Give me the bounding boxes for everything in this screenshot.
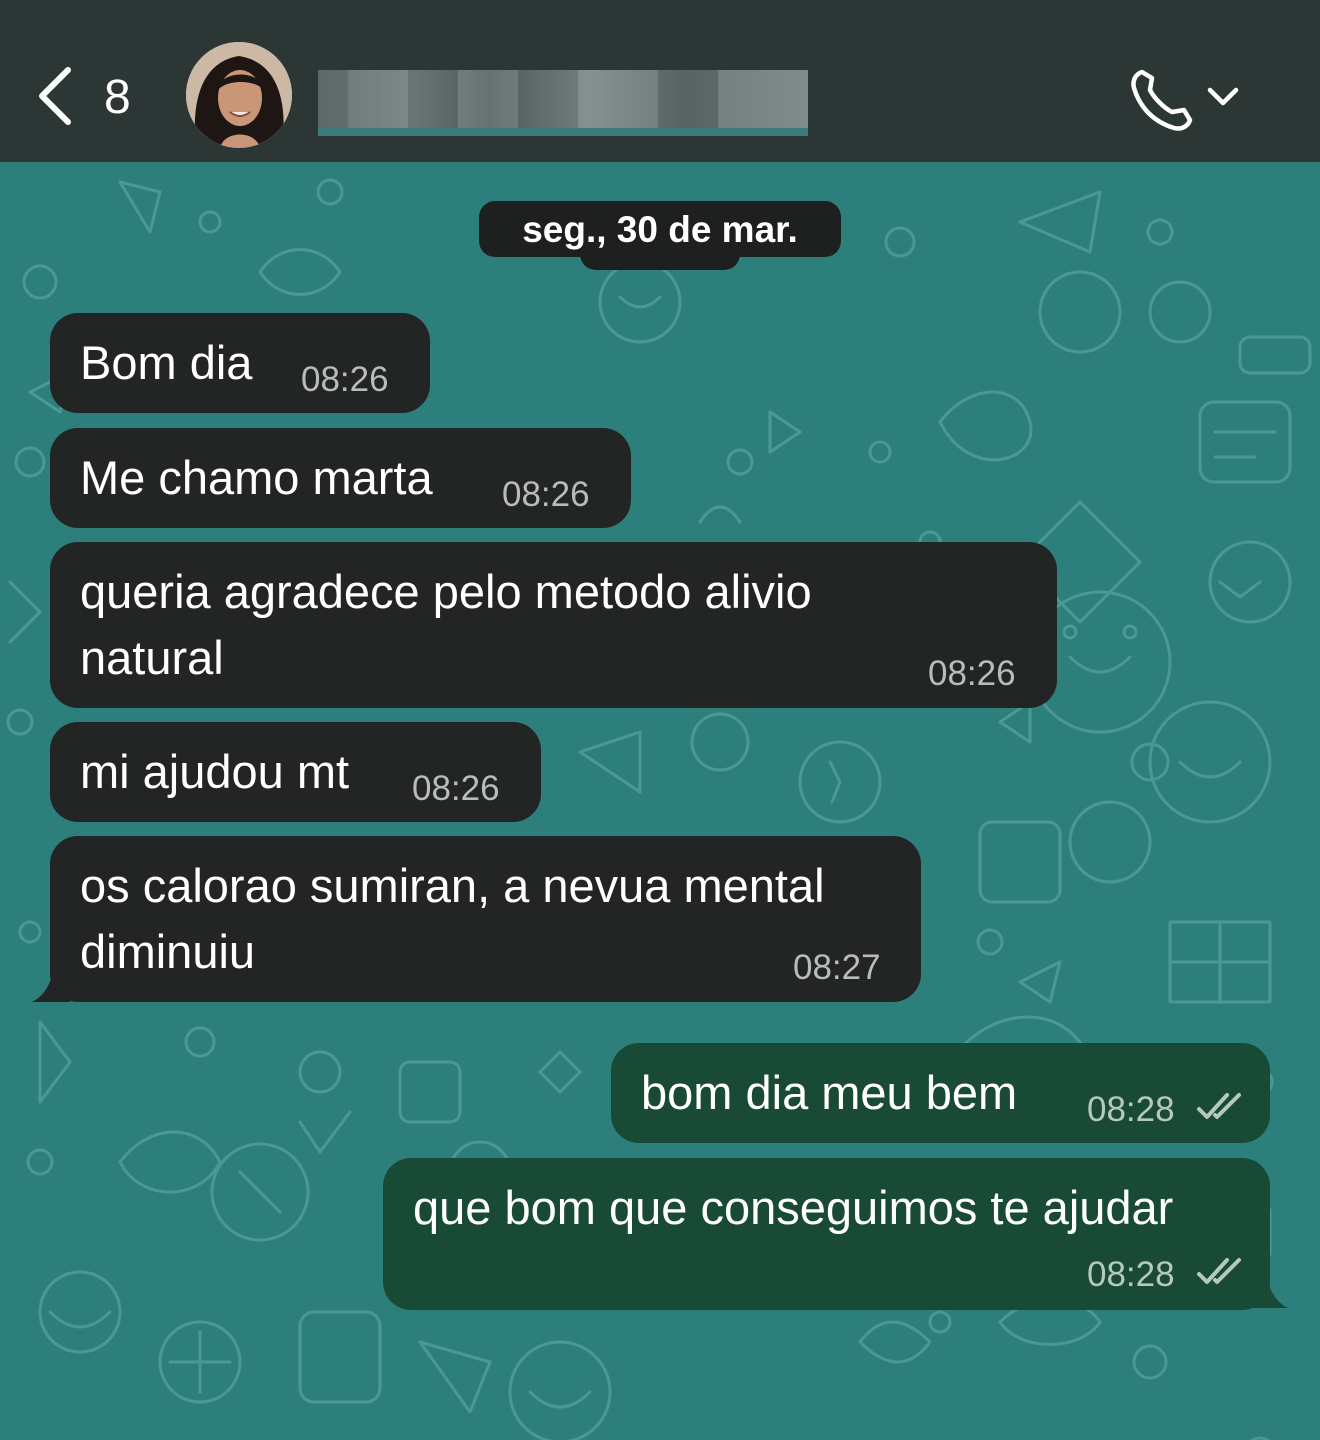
message-bubble-incoming[interactable]: Me chamo marta 08:26 xyxy=(50,428,631,528)
message-bubble-incoming[interactable]: os calorao sumiran, a nevua mental dimin… xyxy=(50,836,921,1002)
call-button[interactable] xyxy=(1128,64,1243,134)
back-button[interactable]: 8 xyxy=(34,62,144,132)
date-separator: seg., 30 de mar. xyxy=(479,201,841,257)
message-text: mi ajudou mt xyxy=(80,745,350,798)
message-text: os calorao sumiran, a nevua mental xyxy=(80,859,825,912)
message-bubble-incoming[interactable]: mi ajudou mt 08:26 xyxy=(50,722,541,822)
message-time: 08:27 xyxy=(793,948,881,987)
chat-header: 8 xyxy=(0,0,1320,162)
contact-name[interactable] xyxy=(318,70,808,136)
chat-screen: 8 seg., 30 de mar. Bom dia 08:26 Me cham… xyxy=(0,0,1320,1440)
message-text: que bom que conseguimos te ajudar xyxy=(413,1181,1174,1234)
message-time: 08:26 xyxy=(412,769,500,808)
message-bubble-incoming[interactable]: Bom dia 08:26 xyxy=(50,313,430,413)
unread-count: 8 xyxy=(104,71,131,124)
message-text: natural xyxy=(80,631,224,684)
message-bubble-outgoing[interactable]: que bom que conseguimos te ajudar 08:28 xyxy=(383,1158,1270,1310)
chevron-left-icon xyxy=(39,67,71,125)
message-text: Bom dia xyxy=(80,336,253,389)
message-time: 08:26 xyxy=(928,654,1016,693)
message-time: 08:28 xyxy=(1087,1255,1175,1294)
message-time: 08:26 xyxy=(301,360,389,399)
message-bubble-incoming[interactable]: queria agradece pelo metodo alivio natur… xyxy=(50,542,1057,708)
message-bubble-outgoing[interactable]: bom dia meu bem 08:28 xyxy=(611,1043,1270,1143)
avatar[interactable] xyxy=(186,42,292,148)
chevron-down-icon xyxy=(1207,87,1239,106)
message-time: 08:28 xyxy=(1087,1090,1175,1129)
message-text: diminuiu xyxy=(80,925,256,978)
double-check-icon xyxy=(1197,1258,1241,1284)
message-time: 08:26 xyxy=(502,475,590,514)
double-check-icon xyxy=(1197,1093,1241,1119)
message-text: Me chamo marta xyxy=(80,451,433,504)
message-text: queria agradece pelo metodo alivio xyxy=(80,565,812,618)
message-text: bom dia meu bem xyxy=(641,1066,1018,1119)
phone-icon xyxy=(1131,69,1193,131)
